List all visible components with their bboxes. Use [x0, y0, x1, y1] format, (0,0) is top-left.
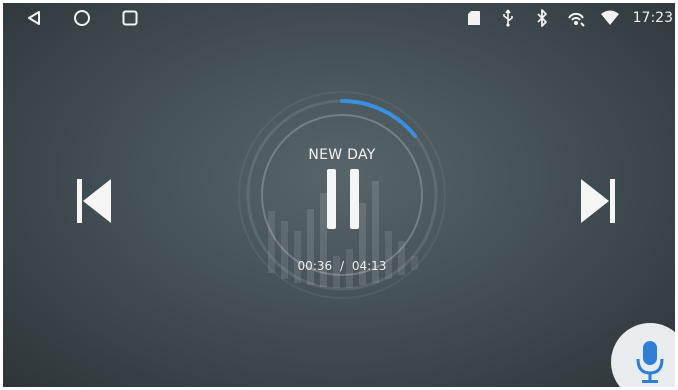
current-time: 00:36 [297, 259, 333, 273]
back-triangle-icon[interactable] [23, 7, 45, 29]
sd-card-icon [463, 7, 485, 29]
recents-square-icon[interactable] [119, 7, 141, 29]
home-circle-icon[interactable] [71, 7, 93, 29]
play-pause-button[interactable] [327, 169, 359, 229]
previous-track-button[interactable] [77, 179, 113, 223]
wifi-icon [599, 7, 621, 29]
status-clock: 17:23 [632, 10, 673, 26]
playback-time: 00:36 / 04:13 [238, 259, 446, 273]
track-title: NEW DAY [308, 147, 376, 163]
next-track-button[interactable] [579, 179, 615, 223]
wireless-signal-icon [565, 7, 587, 29]
skip-next-icon [581, 179, 615, 223]
status-icons: 17:23 [463, 7, 675, 29]
music-player-screen: 17:23 NEW DAY 00:36 / 04:13 [3, 3, 675, 387]
total-time: 04:13 [351, 259, 387, 273]
status-bar: 17:23 [3, 3, 675, 31]
usb-icon [497, 7, 519, 29]
now-playing-dial: NEW DAY 00:36 / 04:13 [238, 91, 446, 299]
voice-assistant-button[interactable] [611, 323, 675, 387]
bluetooth-icon [531, 7, 553, 29]
microphone-icon [636, 341, 664, 383]
time-separator: / [339, 259, 345, 273]
skip-previous-icon [77, 179, 111, 223]
progress-arc [340, 99, 418, 138]
